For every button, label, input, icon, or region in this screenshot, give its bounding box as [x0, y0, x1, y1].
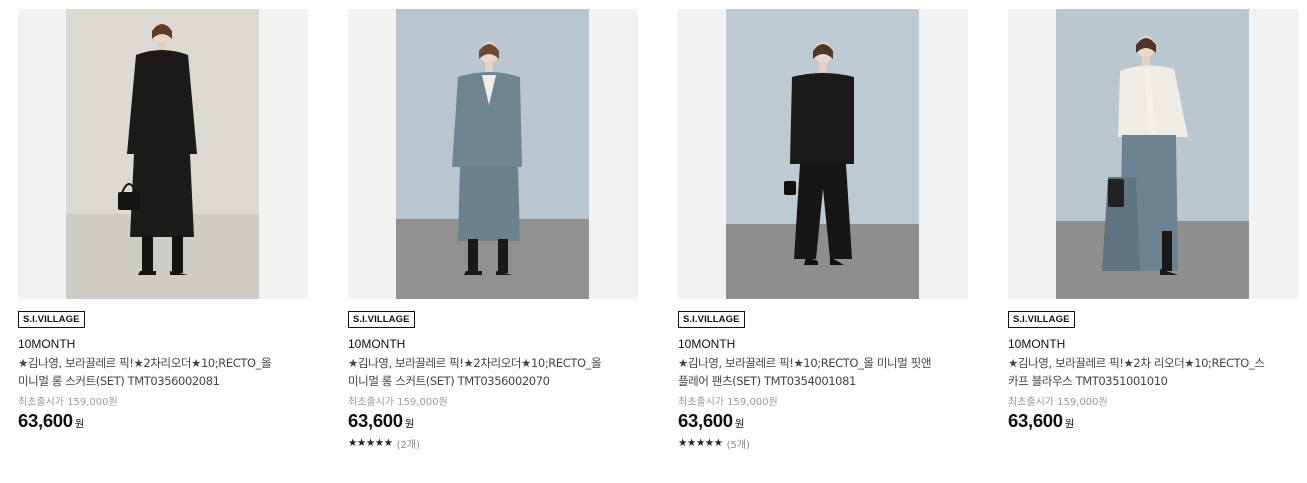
product-name-line: 미니멀 롱 스커트(SET) TMT0356002081: [18, 373, 220, 388]
seller-badge: S.I.VILLAGE: [678, 311, 745, 328]
product-name[interactable]: ★김나영, 보라끌레르 픽!★2차리오더★10;RECTO_올 미니멀 롱 스커…: [348, 355, 638, 390]
rating-row[interactable]: ★★★★★ (5개): [678, 436, 968, 451]
rating-stars-icon: ★★★★★: [678, 437, 723, 449]
review-count: (5개): [726, 439, 750, 451]
seller-badge: S.I.VILLAGE: [1008, 311, 1075, 328]
sale-price: 63,600: [348, 410, 403, 431]
seller-badge: S.I.VILLAGE: [18, 311, 85, 328]
product-photo: [1056, 9, 1249, 299]
price-row: 63,600 원: [18, 410, 308, 432]
product-grid: S.I.VILLAGE 10MONTH ★김나영, 보라끌레르 픽!★2차리오더…: [0, 0, 1307, 483]
currency-label: 원: [74, 418, 85, 430]
product-photo: [66, 9, 259, 299]
product-photo: [396, 9, 589, 299]
product-card[interactable]: S.I.VILLAGE 10MONTH ★김나영, 보라끌레르 픽!★2차리오더…: [18, 9, 308, 432]
seller-badge: S.I.VILLAGE: [348, 311, 415, 328]
product-name[interactable]: ★김나영, 보라끌레르 픽!★2차리오더★10;RECTO_올 미니멀 롱 스커…: [18, 355, 308, 390]
product-name-line: 플레어 팬츠(SET) TMT0354001081: [678, 373, 856, 388]
product-image[interactable]: [678, 9, 968, 299]
product-name[interactable]: ★김나영, 보라끌레르 픽!★2차 리오더★10;RECTO_스 카프 블라우스…: [1008, 355, 1298, 390]
product-card[interactable]: S.I.VILLAGE 10MONTH ★김나영, 보라끌레르 픽!★2차리오더…: [348, 9, 638, 451]
original-price: 최초출시가 159,000원: [1008, 397, 1108, 408]
review-count: (2개): [396, 439, 420, 451]
currency-label: 원: [1064, 418, 1075, 430]
brand-name[interactable]: 10MONTH: [1008, 337, 1298, 352]
original-price: 최초출시가 159,000원: [678, 397, 778, 408]
product-image[interactable]: [348, 9, 638, 299]
product-name-line: 미니멀 롱 스커트(SET) TMT0356002070: [348, 373, 550, 388]
product-name-line: ★김나영, 보라끌레르 픽!★2차리오더★10;RECTO_올: [18, 356, 272, 370]
product-name[interactable]: ★김나영, 보라끌레르 픽!★10;RECTO_올 미니멀 핏앤 플레어 팬츠(…: [678, 355, 968, 390]
product-card[interactable]: S.I.VILLAGE 10MONTH ★김나영, 보라끌레르 픽!★10;RE…: [678, 9, 968, 451]
product-image[interactable]: [1008, 9, 1298, 299]
rating-stars-icon: ★★★★★: [348, 437, 393, 449]
original-price: 최초출시가 159,000원: [18, 397, 118, 408]
product-name-line: ★김나영, 보라끌레르 픽!★10;RECTO_올 미니멀 핏앤: [678, 356, 932, 370]
rating-row[interactable]: ★★★★★ (2개): [348, 436, 638, 451]
brand-name[interactable]: 10MONTH: [18, 337, 308, 352]
price-row: 63,600 원: [678, 410, 968, 432]
currency-label: 원: [734, 418, 745, 430]
product-name-line: ★김나영, 보라끌레르 픽!★2차 리오더★10;RECTO_스: [1008, 356, 1265, 370]
sale-price: 63,600: [1008, 410, 1063, 431]
brand-name[interactable]: 10MONTH: [348, 337, 638, 352]
sale-price: 63,600: [18, 410, 73, 431]
product-photo: [726, 9, 919, 299]
currency-label: 원: [404, 418, 415, 430]
product-name-line: ★김나영, 보라끌레르 픽!★2차리오더★10;RECTO_올: [348, 356, 602, 370]
price-row: 63,600 원: [1008, 410, 1298, 432]
sale-price: 63,600: [678, 410, 733, 431]
brand-name[interactable]: 10MONTH: [678, 337, 968, 352]
product-card[interactable]: S.I.VILLAGE 10MONTH ★김나영, 보라끌레르 픽!★2차 리오…: [1008, 9, 1298, 432]
product-image[interactable]: [18, 9, 308, 299]
price-row: 63,600 원: [348, 410, 638, 432]
original-price: 최초출시가 159,000원: [348, 397, 448, 408]
product-name-line: 카프 블라우스 TMT0351001010: [1008, 373, 1168, 388]
